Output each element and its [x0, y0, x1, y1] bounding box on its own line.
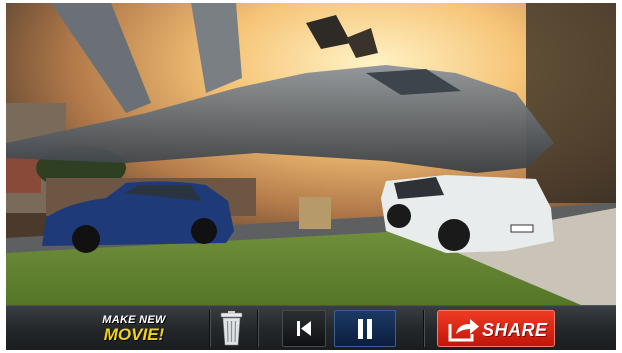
share-label: SHARE: [482, 320, 548, 340]
video-frame-scene: [6, 3, 616, 305]
toolbar-divider: [423, 310, 424, 347]
make-new-movie-button[interactable]: MAKE NEW MOVIE!: [88, 310, 180, 347]
pause-button[interactable]: [334, 310, 396, 347]
video-preview[interactable]: [6, 3, 616, 305]
trash-icon: [220, 311, 243, 346]
movie-label: MOVIE!: [103, 325, 165, 344]
toolbar-divider: [209, 310, 210, 347]
trash-button[interactable]: [217, 310, 246, 347]
previous-button[interactable]: [282, 310, 326, 347]
app-frame: MAKE NEW MOVIE! SHARE: [6, 3, 616, 350]
playback-toolbar: MAKE NEW MOVIE! SHARE: [6, 305, 616, 350]
skip-previous-icon: [297, 321, 311, 336]
pause-icon: [358, 319, 372, 339]
share-button[interactable]: SHARE: [437, 310, 555, 347]
toolbar-divider: [257, 310, 258, 347]
share-arrow-icon: [448, 319, 479, 342]
